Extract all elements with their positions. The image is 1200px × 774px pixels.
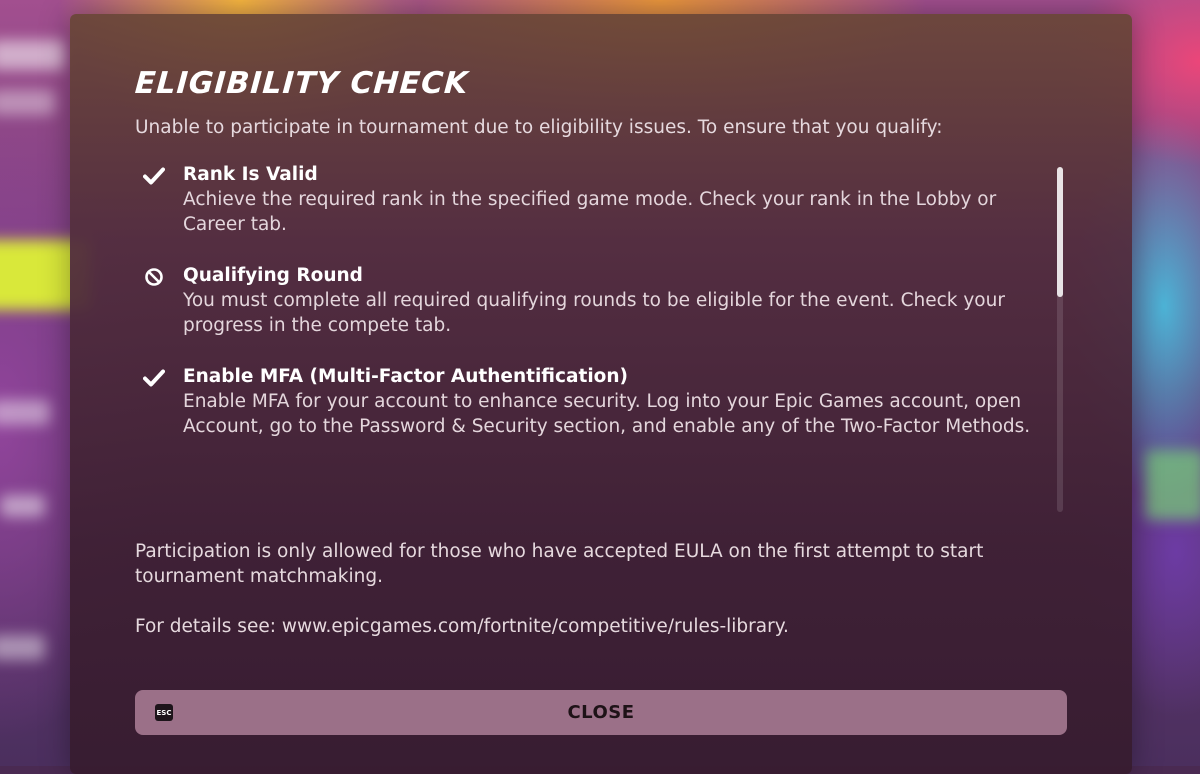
requirement-title: Qualifying Round	[183, 265, 363, 286]
eligibility-dialog: ELIGIBILITY CHECK Unable to participate …	[70, 14, 1132, 774]
requirement-description: You must complete all required qualifyin…	[183, 290, 1005, 336]
background-blur-shape	[1145, 450, 1200, 520]
rules-details-note: For details see: www.epicgames.com/fortn…	[135, 616, 789, 637]
requirements-scrollbar[interactable]	[1057, 167, 1063, 512]
close-button[interactable]: ESC CLOSE	[135, 690, 1067, 735]
esc-key-icon: ESC	[155, 704, 173, 721]
requirements-list[interactable]: Rank Is Valid Achieve the required rank …	[135, 162, 1065, 507]
checkmark-icon	[143, 165, 165, 187]
dialog-intro: Unable to participate in tournament due …	[135, 117, 943, 138]
close-button-label: CLOSE	[567, 702, 635, 723]
requirement-title: Enable MFA (Multi-Factor Authentificatio…	[183, 366, 628, 387]
checkmark-icon	[143, 367, 165, 389]
dialog-title: ELIGIBILITY CHECK	[133, 66, 470, 101]
scrollbar-thumb[interactable]	[1057, 167, 1063, 297]
prohibited-icon	[143, 266, 165, 288]
background-blur-shape	[0, 400, 50, 425]
background-blur-shape	[0, 635, 45, 660]
eula-note: Participation is only allowed for those …	[135, 541, 984, 587]
background-blur-shape	[0, 90, 55, 115]
background-blur-shape	[0, 495, 45, 517]
requirement-item-rank: Rank Is Valid Achieve the required rank …	[135, 162, 1065, 237]
requirement-item-qualifying-round: Qualifying Round You must complete all r…	[135, 263, 1065, 338]
requirement-description: Achieve the required rank in the specifi…	[183, 189, 997, 235]
requirement-item-mfa: Enable MFA (Multi-Factor Authentificatio…	[135, 364, 1065, 439]
requirement-title: Rank Is Valid	[183, 164, 318, 185]
requirement-description: Enable MFA for your account to enhance s…	[183, 391, 1031, 437]
background-blur-shape	[0, 40, 65, 70]
